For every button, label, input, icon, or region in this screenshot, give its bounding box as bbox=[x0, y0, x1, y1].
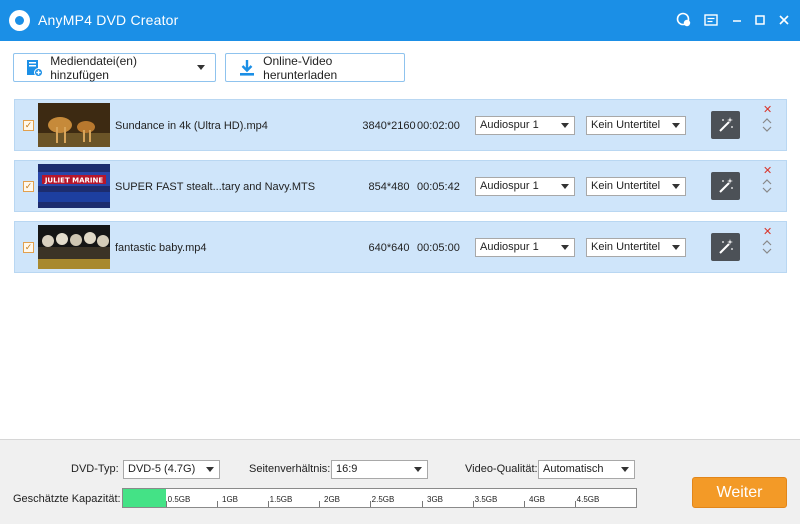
file-checkbox[interactable]: ✓ bbox=[23, 181, 34, 192]
chevron-down-icon bbox=[414, 467, 422, 472]
capacity-tick-label: 4.5GB bbox=[576, 495, 600, 504]
audio-track-select[interactable]: Audiospur 1 bbox=[475, 177, 575, 196]
subtitle-value: Kein Untertitel bbox=[591, 119, 661, 131]
audio-track-select[interactable]: Audiospur 1 bbox=[475, 116, 575, 135]
capacity-tick-label: 2.5GB bbox=[371, 495, 395, 504]
audio-track-select[interactable]: Audiospur 1 bbox=[475, 238, 575, 257]
chevron-down-icon bbox=[621, 467, 629, 472]
file-row[interactable]: ✓ JULIET MARINE SUPER FAST stealt...tary… bbox=[14, 160, 787, 212]
move-down-icon[interactable] bbox=[762, 125, 772, 133]
capacity-tick-label: 4GB bbox=[528, 495, 546, 504]
move-up-icon[interactable] bbox=[762, 239, 772, 247]
download-video-button[interactable]: Online-Video herunterladen bbox=[225, 53, 405, 82]
move-up-icon[interactable] bbox=[762, 178, 772, 186]
capacity-label: Geschätzte Kapazität: bbox=[13, 493, 121, 505]
file-resolution: 854*480 bbox=[368, 181, 410, 193]
subtitle-select[interactable]: Kein Untertitel bbox=[586, 116, 686, 135]
capacity-tick-label: 1.5GB bbox=[269, 495, 293, 504]
file-resolution: 3840*2160 bbox=[362, 120, 416, 132]
file-row[interactable]: ✓ Sundance in 4k (Ultra HD).mp4 3840*216… bbox=[14, 99, 787, 151]
capacity-tick-label: 3.5GB bbox=[474, 495, 498, 504]
dvd-type-value: DVD-5 (4.7G) bbox=[128, 463, 196, 475]
move-down-icon[interactable] bbox=[762, 186, 772, 194]
subtitle-value: Kein Untertitel bbox=[591, 180, 661, 192]
aspect-ratio-select[interactable]: 16:9 bbox=[331, 460, 428, 479]
add-media-label: Mediendatei(en) hinzufügen bbox=[50, 53, 137, 82]
chevron-down-icon bbox=[561, 184, 569, 189]
video-quality-select[interactable]: Automatisch bbox=[538, 460, 635, 479]
subtitle-select[interactable]: Kein Untertitel bbox=[586, 177, 686, 196]
magic-wand-icon bbox=[718, 239, 733, 254]
capacity-used-fill bbox=[123, 489, 166, 507]
chevron-down-icon[interactable] bbox=[197, 65, 205, 70]
magic-wand-edit-button[interactable] bbox=[711, 233, 740, 261]
add-file-icon bbox=[24, 57, 44, 79]
aspect-ratio-value: 16:9 bbox=[336, 463, 358, 475]
aspect-ratio-label: Seitenverhältnis: bbox=[249, 463, 331, 475]
feedback-icon[interactable] bbox=[703, 12, 719, 28]
dvd-type-label: DVD-Typ: bbox=[71, 463, 119, 475]
maximize-icon[interactable] bbox=[752, 12, 768, 28]
magic-wand-icon bbox=[718, 117, 733, 132]
dvd-type-select[interactable]: DVD-5 (4.7G) bbox=[123, 460, 220, 479]
file-duration: 00:02:00 bbox=[417, 120, 460, 132]
add-media-button[interactable]: Mediendatei(en) hinzufügen bbox=[13, 53, 216, 82]
capacity-tick-label: 1GB bbox=[221, 495, 239, 504]
file-duration: 00:05:42 bbox=[417, 181, 460, 193]
audio-track-value: Audiospur 1 bbox=[480, 241, 539, 253]
capacity-tick-label: 3GB bbox=[426, 495, 444, 504]
chevron-down-icon bbox=[206, 467, 214, 472]
remove-file-icon[interactable]: ✕ bbox=[763, 166, 772, 177]
title-bar: AnyMP4 DVD Creator bbox=[0, 0, 800, 41]
file-resolution: 640*640 bbox=[368, 242, 410, 254]
audio-track-value: Audiospur 1 bbox=[480, 180, 539, 192]
remove-file-icon[interactable]: ✕ bbox=[763, 227, 772, 238]
download-video-label: Online-Video herunterladen bbox=[263, 53, 338, 82]
video-quality-value: Automatisch bbox=[543, 463, 604, 475]
video-quality-label: Video-Qualität: bbox=[465, 463, 538, 475]
download-icon bbox=[236, 57, 257, 79]
close-icon[interactable] bbox=[776, 12, 792, 28]
subtitle-select[interactable]: Kein Untertitel bbox=[586, 238, 686, 257]
output-settings-panel: DVD-Typ: DVD-5 (4.7G) Seitenverhältnis: … bbox=[0, 439, 800, 524]
chevron-down-icon bbox=[561, 245, 569, 250]
file-row[interactable]: ✓ fantastic baby.mp4 640*640 00:05:00 Au… bbox=[14, 221, 787, 273]
chevron-down-icon bbox=[672, 245, 680, 250]
app-logo-icon bbox=[9, 10, 30, 31]
file-name: SUPER FAST stealt...tary and Navy.MTS bbox=[115, 181, 316, 193]
video-thumbnail bbox=[38, 103, 110, 147]
capacity-tick bbox=[422, 501, 423, 507]
file-checkbox[interactable]: ✓ bbox=[23, 120, 34, 131]
capacity-tick bbox=[319, 501, 320, 507]
chat-support-icon[interactable] bbox=[676, 12, 692, 28]
capacity-tick bbox=[524, 501, 525, 507]
video-thumbnail bbox=[38, 225, 110, 269]
chevron-down-icon bbox=[561, 123, 569, 128]
file-name: Sundance in 4k (Ultra HD).mp4 bbox=[115, 120, 268, 132]
move-up-icon[interactable] bbox=[762, 117, 772, 125]
audio-track-value: Audiospur 1 bbox=[480, 119, 539, 131]
thumbnail-caption: JULIET MARINE bbox=[44, 177, 104, 185]
file-name: fantastic baby.mp4 bbox=[115, 242, 207, 254]
magic-wand-edit-button[interactable] bbox=[711, 172, 740, 200]
app-title: AnyMP4 DVD Creator bbox=[38, 12, 179, 28]
chevron-down-icon bbox=[672, 123, 680, 128]
capacity-tick bbox=[217, 501, 218, 507]
capacity-tick-label: 0.5GB bbox=[167, 495, 191, 504]
file-duration: 00:05:00 bbox=[417, 242, 460, 254]
file-checkbox[interactable]: ✓ bbox=[23, 242, 34, 253]
magic-wand-icon bbox=[718, 178, 733, 193]
capacity-bar: 0.5GB 1GB 1.5GB 2GB 2.5GB 3GB 3.5GB 4GB 4.5GB bbox=[122, 488, 637, 508]
move-down-icon[interactable] bbox=[762, 247, 772, 255]
next-button[interactable]: Weiter bbox=[692, 477, 787, 508]
chevron-down-icon bbox=[672, 184, 680, 189]
capacity-tick-label: 2GB bbox=[323, 495, 341, 504]
subtitle-value: Kein Untertitel bbox=[591, 241, 661, 253]
remove-file-icon[interactable]: ✕ bbox=[763, 105, 772, 116]
magic-wand-edit-button[interactable] bbox=[711, 111, 740, 139]
file-list: ✓ Sundance in 4k (Ultra HD).mp4 3840*216… bbox=[0, 92, 800, 438]
video-thumbnail: JULIET MARINE bbox=[38, 164, 110, 208]
minimize-icon[interactable] bbox=[729, 12, 745, 28]
